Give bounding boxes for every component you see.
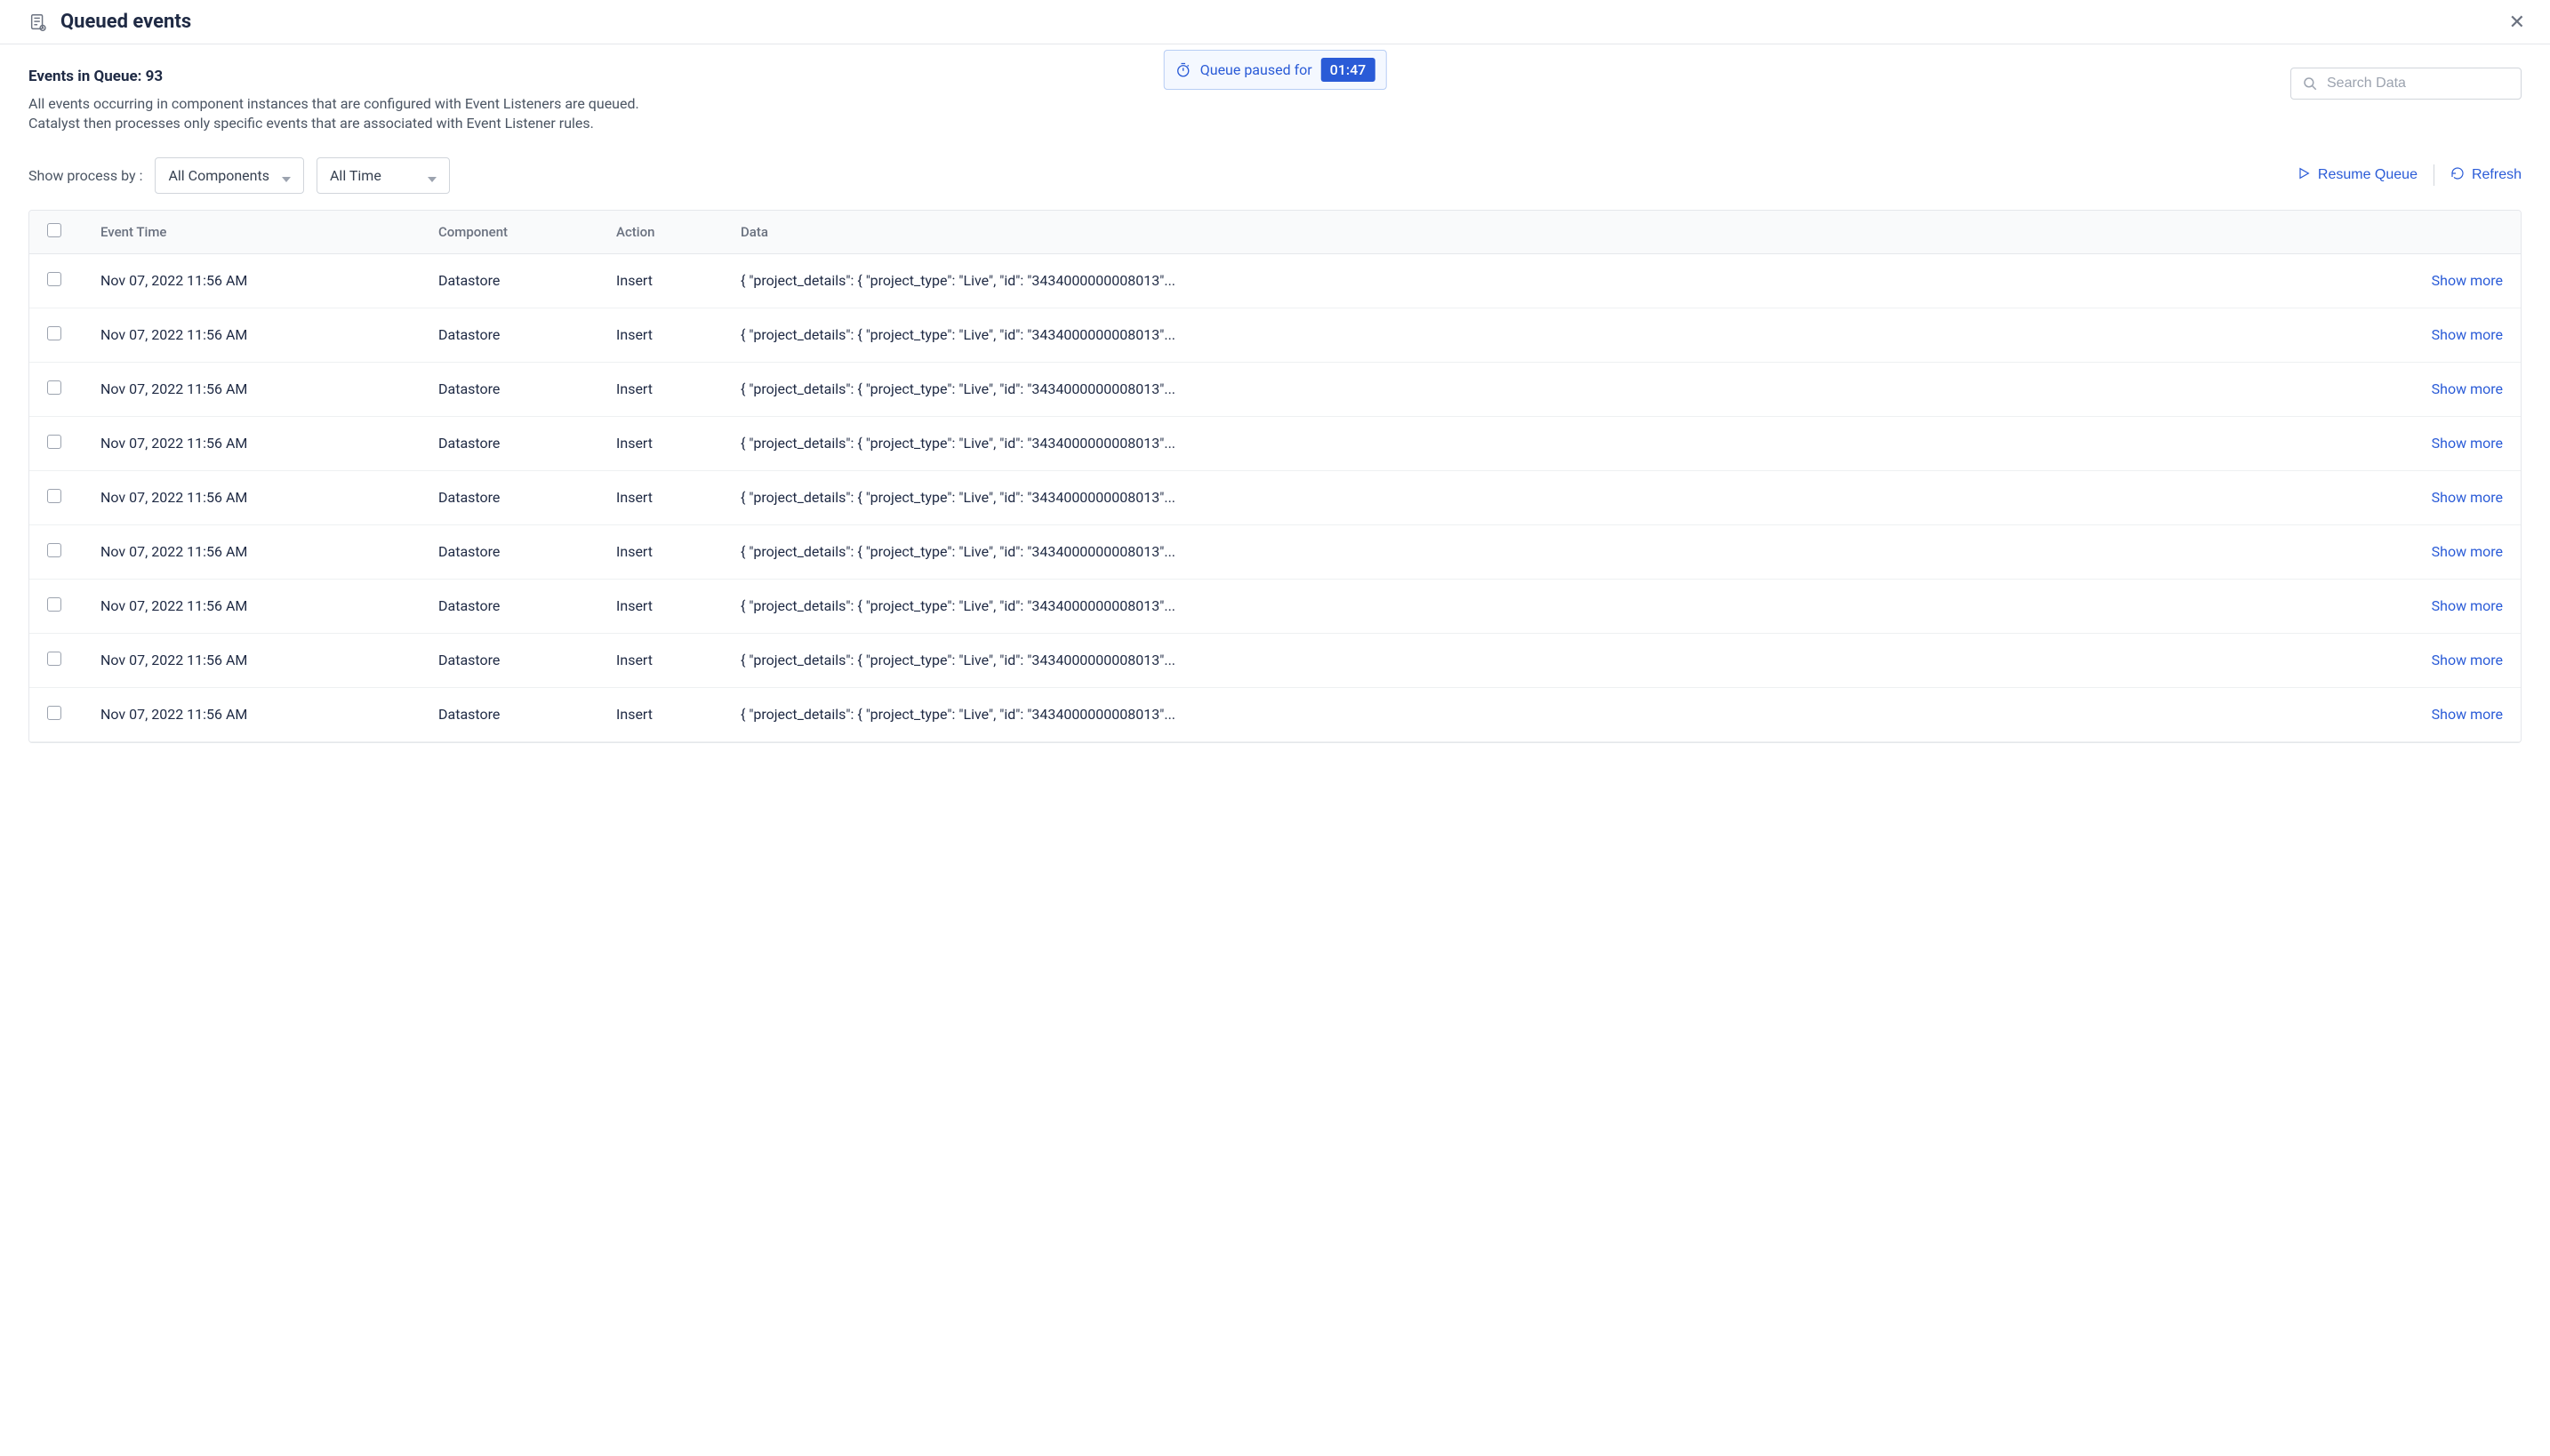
close-button[interactable]: ✕ <box>2509 12 2525 32</box>
cell-data: { "project_details": { "project_type": "… <box>741 652 2423 668</box>
cell-component: Datastore <box>438 489 616 506</box>
search-box[interactable] <box>2290 68 2522 100</box>
cell-component: Datastore <box>438 326 616 343</box>
header-bar: Queued events ✕ <box>0 0 2550 44</box>
row-checkbox[interactable] <box>47 706 61 720</box>
cell-action: Insert <box>616 435 741 452</box>
table-row: Nov 07, 2022 11:56 AMDatastoreInsert{ "p… <box>29 525 2521 580</box>
time-filter-value: All Time <box>330 167 381 184</box>
table-row: Nov 07, 2022 11:56 AMDatastoreInsert{ "p… <box>29 634 2521 688</box>
table-body: Nov 07, 2022 11:56 AMDatastoreInsert{ "p… <box>29 254 2521 742</box>
cell-action: Insert <box>616 652 741 668</box>
cell-component: Datastore <box>438 543 616 560</box>
cell-action: Insert <box>616 272 741 289</box>
events-count-label: Events in Queue: 93 <box>28 68 686 85</box>
select-all-checkbox[interactable] <box>47 223 61 237</box>
show-more-link[interactable]: Show more <box>2432 652 2503 668</box>
show-more-link[interactable]: Show more <box>2432 706 2503 723</box>
col-header-event-time: Event Time <box>100 224 438 240</box>
banner-timer: 01:47 <box>1321 58 1375 82</box>
table-row: Nov 07, 2022 11:56 AMDatastoreInsert{ "p… <box>29 580 2521 634</box>
cell-action: Insert <box>616 543 741 560</box>
cell-component: Datastore <box>438 652 616 668</box>
row-checkbox[interactable] <box>47 380 61 395</box>
cell-data: { "project_details": { "project_type": "… <box>741 543 2423 560</box>
cell-action: Insert <box>616 489 741 506</box>
refresh-icon <box>2450 166 2465 185</box>
resume-queue-label: Resume Queue <box>2318 167 2418 183</box>
cell-data: { "project_details": { "project_type": "… <box>741 272 2423 289</box>
queued-events-icon <box>28 12 48 32</box>
refresh-button[interactable]: Refresh <box>2450 166 2522 185</box>
col-header-data: Data <box>741 224 2503 240</box>
refresh-label: Refresh <box>2472 167 2522 183</box>
component-filter-dropdown[interactable]: All Components <box>155 157 304 194</box>
cell-component: Datastore <box>438 706 616 723</box>
chevron-down-icon <box>282 171 291 180</box>
cell-component: Datastore <box>438 597 616 614</box>
col-header-action: Action <box>616 224 741 240</box>
show-more-link[interactable]: Show more <box>2432 380 2503 397</box>
cell-data: { "project_details": { "project_type": "… <box>741 435 2423 452</box>
chevron-down-icon <box>428 171 437 180</box>
show-more-link[interactable]: Show more <box>2432 489 2503 506</box>
cell-action: Insert <box>616 597 741 614</box>
show-more-link[interactable]: Show more <box>2432 326 2503 343</box>
cell-data: { "project_details": { "project_type": "… <box>741 380 2423 397</box>
table-row: Nov 07, 2022 11:56 AMDatastoreInsert{ "p… <box>29 254 2521 308</box>
cell-component: Datastore <box>438 435 616 452</box>
cell-data: { "project_details": { "project_type": "… <box>741 706 2423 723</box>
row-checkbox[interactable] <box>47 272 61 286</box>
stopwatch-icon <box>1175 62 1191 78</box>
cell-action: Insert <box>616 706 741 723</box>
cell-event-time: Nov 07, 2022 11:56 AM <box>100 489 438 506</box>
cell-action: Insert <box>616 326 741 343</box>
show-more-link[interactable]: Show more <box>2432 543 2503 560</box>
cell-component: Datastore <box>438 272 616 289</box>
events-description: All events occurring in component instan… <box>28 94 686 134</box>
cell-event-time: Nov 07, 2022 11:56 AM <box>100 326 438 343</box>
page-title: Queued events <box>60 11 191 33</box>
cell-data: { "project_details": { "project_type": "… <box>741 326 2423 343</box>
component-filter-value: All Components <box>168 167 269 184</box>
row-checkbox[interactable] <box>47 543 61 557</box>
cell-data: { "project_details": { "project_type": "… <box>741 597 2423 614</box>
cell-event-time: Nov 07, 2022 11:56 AM <box>100 380 438 397</box>
cell-action: Insert <box>616 380 741 397</box>
cell-event-time: Nov 07, 2022 11:56 AM <box>100 435 438 452</box>
time-filter-dropdown[interactable]: All Time <box>317 157 450 194</box>
row-checkbox[interactable] <box>47 489 61 503</box>
search-icon <box>2302 76 2318 92</box>
table-row: Nov 07, 2022 11:56 AMDatastoreInsert{ "p… <box>29 471 2521 525</box>
search-input[interactable] <box>2327 76 2510 92</box>
show-more-link[interactable]: Show more <box>2432 272 2503 289</box>
cell-event-time: Nov 07, 2022 11:56 AM <box>100 597 438 614</box>
row-checkbox[interactable] <box>47 326 61 340</box>
cell-event-time: Nov 07, 2022 11:56 AM <box>100 543 438 560</box>
col-header-component: Component <box>438 224 616 240</box>
play-icon <box>2297 166 2311 185</box>
cell-event-time: Nov 07, 2022 11:56 AM <box>100 652 438 668</box>
row-checkbox[interactable] <box>47 652 61 666</box>
row-checkbox[interactable] <box>47 435 61 449</box>
table-row: Nov 07, 2022 11:56 AMDatastoreInsert{ "p… <box>29 417 2521 471</box>
filter-label: Show process by : <box>28 167 142 184</box>
cell-event-time: Nov 07, 2022 11:56 AM <box>100 706 438 723</box>
close-icon: ✕ <box>2509 11 2525 33</box>
table-row: Nov 07, 2022 11:56 AMDatastoreInsert{ "p… <box>29 688 2521 742</box>
resume-queue-button[interactable]: Resume Queue <box>2297 166 2418 185</box>
queue-paused-banner: Queue paused for 01:47 <box>1164 50 1387 90</box>
table-header-row: Event Time Component Action Data <box>29 211 2521 254</box>
cell-event-time: Nov 07, 2022 11:56 AM <box>100 272 438 289</box>
show-more-link[interactable]: Show more <box>2432 597 2503 614</box>
show-more-link[interactable]: Show more <box>2432 435 2503 452</box>
cell-data: { "project_details": { "project_type": "… <box>741 489 2423 506</box>
cell-component: Datastore <box>438 380 616 397</box>
row-checkbox[interactable] <box>47 597 61 612</box>
banner-text: Queue paused for <box>1200 61 1312 78</box>
events-table: Event Time Component Action Data Nov 07,… <box>28 210 2522 743</box>
table-row: Nov 07, 2022 11:56 AMDatastoreInsert{ "p… <box>29 308 2521 363</box>
table-row: Nov 07, 2022 11:56 AMDatastoreInsert{ "p… <box>29 363 2521 417</box>
